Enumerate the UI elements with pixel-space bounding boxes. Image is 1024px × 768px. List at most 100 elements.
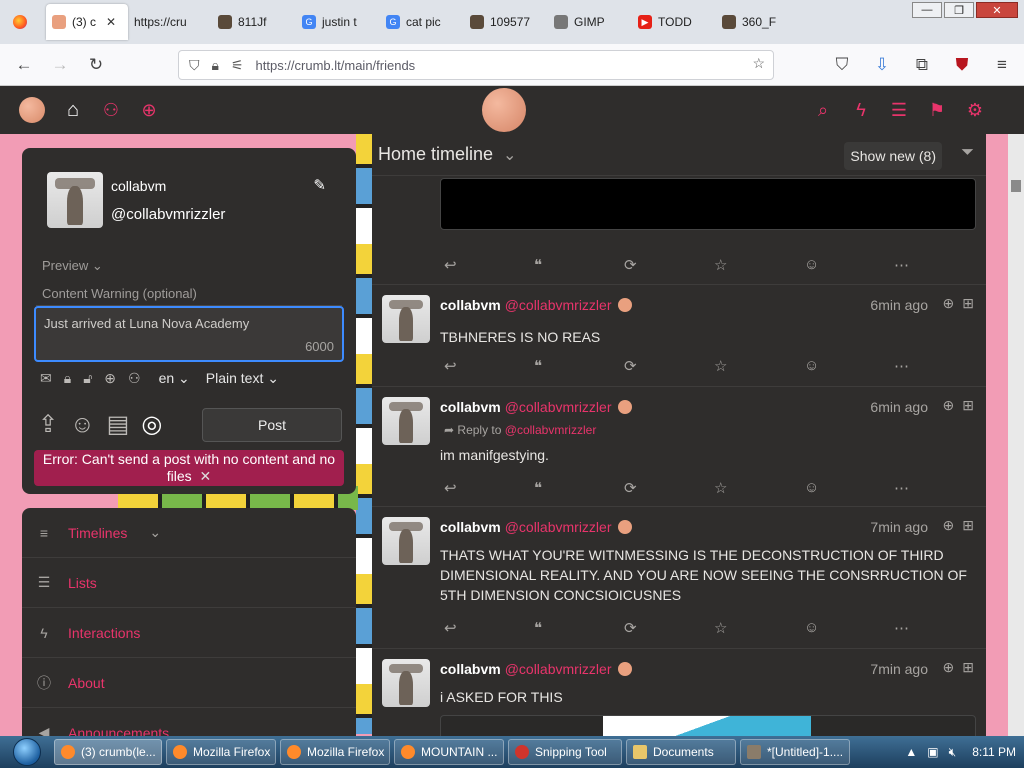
bolt-icon[interactable]: ϟ [842, 100, 880, 121]
favorite-star-icon[interactable]: ☆ [714, 256, 804, 274]
post-handle[interactable]: @collabvmrizzler [505, 399, 612, 415]
lock-icon[interactable]: 🔒︎ [212, 57, 219, 74]
avatar[interactable] [382, 295, 430, 343]
post-time[interactable]: 6min ago [870, 297, 928, 313]
status-textarea[interactable]: Just arrived at Luna Nova Academy 6000 [34, 306, 344, 362]
address-bar[interactable]: ⛉ 🔒︎ ⚟ https://crumb.lt/main/friends ☆ [178, 50, 774, 80]
taskbar-item-mountain[interactable]: MOUNTAIN ... [394, 739, 504, 765]
expand-icon[interactable]: ⊞ [962, 295, 974, 312]
content-warning-input[interactable]: Content Warning (optional) [36, 284, 342, 306]
show-new-button[interactable]: Show new (8) [844, 142, 942, 170]
reply-handle[interactable]: @collabvmrizzler [505, 423, 597, 437]
lock-open-icon[interactable]: 🔓︎ [83, 370, 92, 387]
more-icon[interactable]: ⋯ [894, 256, 984, 274]
ublock-icon[interactable]: ⛊ [944, 50, 980, 80]
taskbar-item-firefox-2[interactable]: Mozilla Firefox [280, 739, 390, 765]
page-scrollbar[interactable] [1008, 134, 1024, 736]
taskbar-item-snipping-tool[interactable]: Snipping Tool [508, 739, 622, 765]
post-button[interactable]: Post [202, 408, 342, 442]
close-window-button[interactable]: ✕ [976, 2, 1018, 18]
avatar[interactable] [382, 659, 430, 707]
more-icon[interactable]: ⋯ [894, 357, 984, 375]
more-icon[interactable]: ⋯ [894, 619, 984, 637]
tab-image-2[interactable]: 109577 [464, 4, 548, 40]
menu-item-announcements[interactable]: ◀ Announcements [22, 708, 356, 736]
tab-google-cat[interactable]: Gcat pic [380, 4, 464, 40]
post-author[interactable]: collabvm @collabvmrizzler [440, 519, 632, 535]
filter-icon[interactable]: ⏷ [961, 144, 974, 162]
avatar[interactable] [382, 397, 430, 445]
media-attachment[interactable] [440, 715, 976, 736]
format-select[interactable]: Plain text ⌄ [206, 370, 279, 387]
network-icon[interactable]: ▣ [927, 745, 938, 759]
post-time[interactable]: 7min ago [870, 519, 928, 535]
favorite-star-icon[interactable]: ☆ [714, 357, 804, 375]
timeline-title[interactable]: Home timeline [378, 144, 493, 165]
site-logo-icon[interactable] [10, 88, 54, 132]
poll-icon[interactable]: ▤ [107, 410, 130, 439]
post-author[interactable]: collabvm @collabvmrizzler [440, 399, 632, 415]
scrollbar-thumb[interactable] [1011, 180, 1021, 192]
taskbar-item-firefox-1[interactable]: Mozilla Firefox [166, 739, 276, 765]
preview-toggle[interactable]: Preview ⌄ [42, 258, 103, 274]
quote-icon[interactable]: ❝ [534, 256, 624, 274]
reply-icon[interactable]: ↩ [444, 357, 534, 375]
repeat-icon[interactable]: ⟳ [624, 357, 714, 375]
tab-crumb-url[interactable]: https://cru [128, 4, 212, 40]
more-icon[interactable]: ⋯ [894, 479, 984, 497]
tray-arrow-icon[interactable]: ▲ [905, 745, 917, 759]
avatar[interactable] [47, 172, 103, 228]
download-icon[interactable]: ⇩ [864, 50, 900, 80]
center-logo-icon[interactable] [482, 88, 526, 132]
globe-icon[interactable]: ⊕ [104, 370, 116, 387]
menu-item-timelines[interactable]: ≡ Timelines ⌄ [22, 508, 356, 558]
post-handle[interactable]: @collabvmrizzler [505, 519, 612, 535]
firefox-menu-icon[interactable] [0, 0, 40, 44]
edit-profile-icon[interactable]: ✎ [313, 176, 326, 194]
people-icon[interactable]: ⚇ [128, 370, 141, 387]
reply-icon[interactable]: ↩ [444, 479, 534, 497]
post-time[interactable]: 6min ago [870, 399, 928, 415]
clock[interactable]: 8:11 PM [972, 745, 1016, 759]
taskbar-item-crumb[interactable]: (3) crumb(le... [54, 739, 162, 765]
emoji-react-icon[interactable]: ☺ [804, 256, 894, 274]
language-select[interactable]: en ⌄ [159, 370, 190, 387]
expand-icon[interactable]: ⊞ [962, 397, 974, 414]
tab-gimp[interactable]: GIMP [548, 4, 632, 40]
search-icon[interactable]: ⌕ [804, 100, 842, 121]
forward-icon[interactable]: → [42, 50, 78, 80]
start-button[interactable] [0, 736, 54, 768]
extensions-icon[interactable]: ⧉ [904, 50, 940, 80]
close-tab-icon[interactable]: ✕ [106, 15, 116, 29]
post-handle[interactable]: @collabvmrizzler [505, 661, 612, 677]
minimize-button[interactable]: — [912, 2, 942, 18]
upload-icon[interactable]: ⇪ [38, 410, 58, 439]
favorite-star-icon[interactable]: ☆ [714, 479, 804, 497]
post-time[interactable]: 7min ago [870, 661, 928, 677]
close-error-icon[interactable]: ✕ [200, 468, 212, 484]
lock-closed-icon[interactable]: 🔒︎ [64, 370, 71, 387]
quote-icon[interactable]: ❝ [534, 479, 624, 497]
permissions-icon[interactable]: ⚟ [231, 57, 244, 74]
reload-icon[interactable]: ↻ [78, 50, 114, 80]
reply-icon[interactable]: ↩ [444, 256, 534, 274]
repeat-icon[interactable]: ⟳ [624, 619, 714, 637]
emoji-react-icon[interactable]: ☺ [804, 619, 894, 637]
media-attachment[interactable] [440, 178, 976, 230]
pocket-icon[interactable]: ⛉ [824, 50, 860, 80]
hide-media-icon[interactable]: ◎ [141, 410, 162, 439]
tab-google-justin[interactable]: Gjustin t [296, 4, 380, 40]
repeat-icon[interactable]: ⟳ [624, 479, 714, 497]
menu-item-lists[interactable]: ☰ Lists [22, 558, 356, 608]
taskbar-item-gimp[interactable]: *[Untitled]-1.... [740, 739, 850, 765]
quote-icon[interactable]: ❝ [534, 619, 624, 637]
list-icon[interactable]: ☰ [880, 100, 918, 121]
bookmark-star-icon[interactable]: ☆ [752, 55, 765, 72]
menu-item-interactions[interactable]: ϟ Interactions [22, 608, 356, 658]
settings-gear-icon[interactable]: ⚙ [956, 100, 994, 121]
restore-button[interactable]: ❐ [944, 2, 974, 18]
tab-image-1[interactable]: 811Jf [212, 4, 296, 40]
bookmark-icon[interactable]: ⚑ [918, 100, 956, 121]
tab-image-3[interactable]: 360_F [716, 4, 786, 40]
post-author[interactable]: collabvm @collabvmrizzler [440, 297, 632, 313]
